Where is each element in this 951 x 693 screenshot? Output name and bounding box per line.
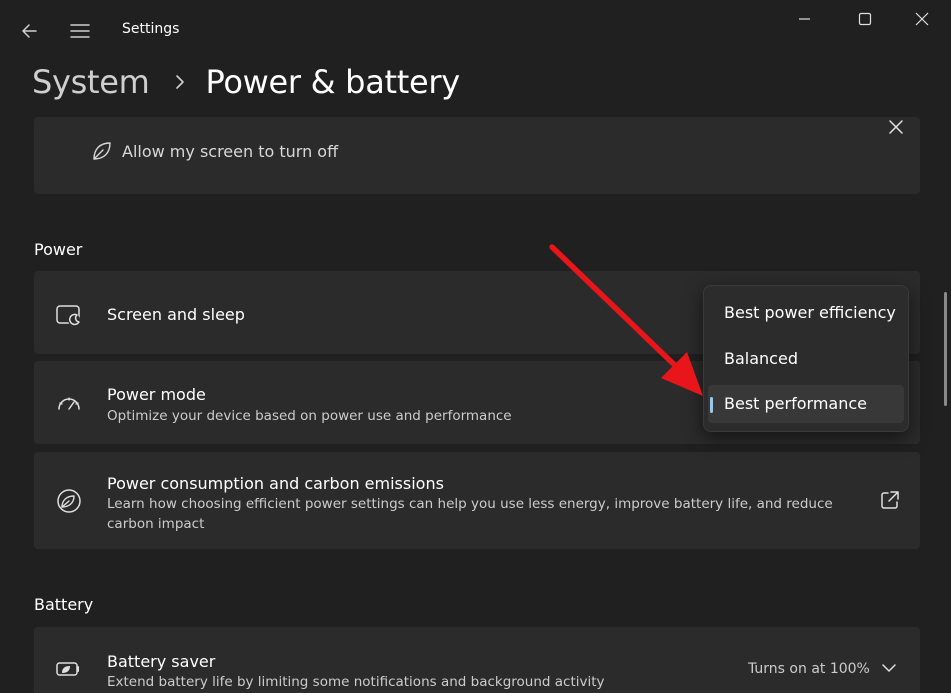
option-label: Balanced (724, 349, 798, 368)
close-window-button[interactable] (907, 8, 937, 30)
gauge-icon (58, 397, 80, 410)
breadcrumb-parent-system[interactable]: System (32, 63, 150, 101)
chevron-down-icon[interactable] (880, 659, 898, 677)
breadcrumb: System Power & battery (32, 58, 460, 106)
dismiss-icon[interactable] (886, 117, 906, 137)
allow-screen-off-card: Allow my screen to turn off (34, 117, 920, 194)
minimize-button[interactable] (789, 8, 819, 30)
page-title: Power & battery (205, 63, 461, 101)
back-button[interactable] (16, 19, 44, 43)
settings-window: Settings System Power & battery Allow my… (0, 0, 951, 693)
battery-saver-description: Extend battery life by limiting some not… (107, 674, 605, 690)
carbon-emissions-description-line2: carbon impact (107, 516, 205, 532)
back-arrow-icon (22, 24, 37, 38)
leaf-icon (57, 489, 81, 513)
battery-section-heading: Battery (34, 595, 94, 614)
power-mode-option-performance[interactable]: Best performance (708, 385, 904, 423)
close-icon (915, 12, 929, 26)
external-link-icon[interactable] (879, 489, 901, 511)
power-mode-description: Optimize your device based on power use … (107, 408, 512, 424)
option-label: Best performance (724, 394, 867, 413)
allow-screen-off-label[interactable]: Allow my screen to turn off (122, 142, 338, 161)
chevron-right-icon (175, 75, 184, 89)
navigation-menu-button[interactable] (66, 19, 94, 43)
battery-saver-card[interactable]: Battery saver Extend battery life by lim… (34, 627, 920, 693)
minimize-icon (799, 18, 810, 20)
screen-sleep-icon (56, 305, 80, 326)
carbon-emissions-title: Power consumption and carbon emissions (107, 474, 444, 493)
power-section-heading: Power (34, 240, 83, 259)
selection-indicator (710, 397, 713, 413)
window-title: Settings (122, 21, 180, 37)
battery-saver-icon (56, 662, 79, 676)
screen-and-sleep-title: Screen and sleep (107, 305, 245, 324)
power-mode-option-efficiency[interactable]: Best power efficiency (708, 294, 904, 332)
option-label: Best power efficiency (724, 303, 896, 322)
scrollbar-thumb[interactable] (944, 292, 947, 406)
maximize-button[interactable] (850, 8, 880, 30)
hamburger-menu-icon (70, 24, 90, 38)
title-bar: Settings (0, 0, 951, 60)
leaf-icon (93, 142, 111, 160)
power-mode-title: Power mode (107, 385, 206, 404)
power-mode-option-balanced[interactable]: Balanced (708, 340, 904, 378)
battery-saver-title: Battery saver (107, 652, 216, 671)
power-mode-dropdown[interactable]: Best power efficiency Balanced Best perf… (703, 285, 909, 432)
carbon-emissions-card[interactable]: Power consumption and carbon emissions L… (34, 452, 920, 549)
maximize-icon (858, 12, 872, 26)
battery-saver-status: Turns on at 100% (748, 661, 870, 677)
carbon-emissions-description-line1: Learn how choosing efficient power setti… (107, 496, 833, 512)
